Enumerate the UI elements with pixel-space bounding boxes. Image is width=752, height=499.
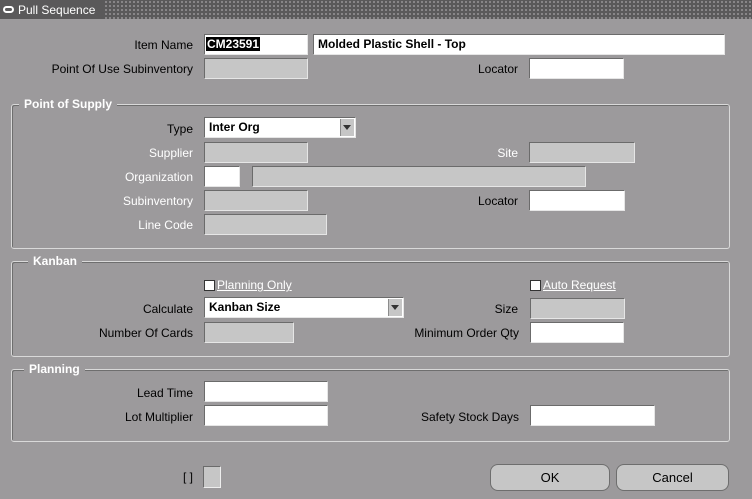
pull-sequence-window: Pull Sequence Item Name CM23591 Molded P… — [0, 0, 752, 499]
header-locator-label: Locator — [477, 62, 518, 76]
pou-subinventory-label: Point Of Use Subinventory — [51, 62, 193, 76]
title-bar[interactable] — [0, 0, 752, 19]
organization-name-input[interactable] — [252, 166, 586, 187]
type-label: Type — [166, 122, 193, 136]
minimum-order-qty-label: Minimum Order Qty — [414, 326, 519, 340]
calculate-value: Kanban Size — [209, 300, 281, 314]
subinventory-input[interactable] — [204, 190, 308, 211]
subinventory-label: Subinventory — [122, 194, 193, 208]
window-title: Pull Sequence — [18, 2, 96, 17]
chevron-down-icon[interactable] — [388, 299, 402, 316]
type-select[interactable]: Inter Org — [204, 117, 356, 138]
organization-label: Organization — [124, 170, 193, 184]
line-code-input[interactable] — [204, 214, 327, 235]
point-of-supply-title: Point of Supply — [19, 97, 117, 111]
lead-time-input[interactable] — [204, 381, 328, 402]
line-code-label: Line Code — [138, 218, 193, 232]
small-field[interactable] — [203, 466, 221, 488]
site-input[interactable] — [529, 142, 635, 163]
supplier-input[interactable] — [204, 142, 308, 163]
calculate-label: Calculate — [142, 302, 193, 316]
item-name-label: Item Name — [134, 38, 193, 52]
supplier-label: Supplier — [148, 146, 193, 160]
number-of-cards-input[interactable] — [204, 322, 294, 343]
planning-title: Planning — [24, 362, 85, 376]
planning-only-box[interactable] — [204, 279, 215, 291]
pou-subinventory-input[interactable] — [204, 58, 308, 79]
supply-locator-input[interactable] — [529, 190, 625, 211]
window-menu-icon[interactable] — [3, 6, 14, 13]
lot-multiplier-input[interactable] — [204, 405, 328, 426]
type-value: Inter Org — [209, 120, 260, 134]
item-name-value: CM23591 — [206, 37, 261, 51]
number-of-cards-label: Number Of Cards — [98, 326, 193, 340]
header-locator-input[interactable] — [529, 58, 624, 79]
lot-multiplier-label: Lot Multiplier — [124, 410, 193, 424]
size-label: Size — [494, 302, 518, 316]
auto-request-checkbox[interactable]: Auto Request — [530, 277, 616, 293]
calculate-select[interactable]: Kanban Size — [204, 297, 404, 318]
organization-code-input[interactable] — [204, 166, 240, 187]
title-wrap: Pull Sequence — [0, 0, 104, 19]
auto-request-label: Auto Request — [543, 278, 616, 292]
item-description-input[interactable]: Molded Plastic Shell - Top — [313, 34, 725, 55]
chevron-down-icon[interactable] — [340, 119, 354, 136]
safety-stock-days-input[interactable] — [530, 405, 655, 426]
lead-time-label: Lead Time — [136, 386, 193, 400]
safety-stock-days-label: Safety Stock Days — [420, 410, 519, 424]
ok-button[interactable]: OK — [490, 464, 610, 491]
minimum-order-qty-input[interactable] — [530, 322, 624, 343]
brackets-indicator: [ ] — [182, 470, 193, 484]
supply-locator-label: Locator — [477, 194, 518, 208]
item-name-input[interactable]: CM23591 — [204, 34, 308, 55]
site-label: Site — [497, 146, 518, 160]
auto-request-box[interactable] — [530, 279, 541, 291]
size-input[interactable] — [530, 298, 625, 319]
cancel-button[interactable]: Cancel — [616, 464, 729, 491]
kanban-title: Kanban — [28, 254, 83, 268]
planning-only-checkbox[interactable]: Planning Only — [204, 277, 292, 293]
planning-only-label: Planning Only — [217, 278, 292, 292]
